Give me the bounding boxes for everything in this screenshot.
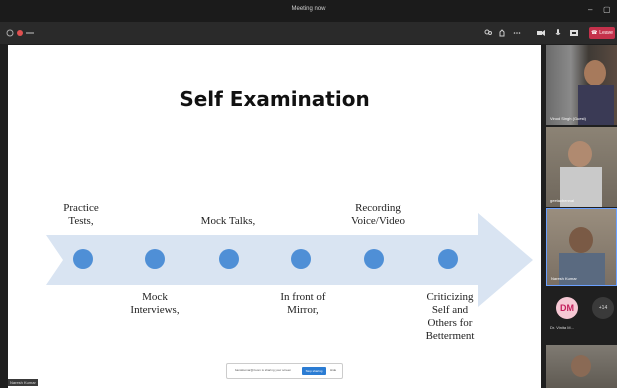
- restore-button[interactable]: ▢: [603, 5, 611, 14]
- participant-name: Naresh Kumar: [551, 276, 577, 281]
- label-criticizing: Criticizing Self and Others for Betterme…: [425, 291, 475, 342]
- label-in-front-of-mirror: In front of Mirror,: [280, 291, 326, 316]
- participant-tile[interactable]: [546, 345, 617, 388]
- timeline-dot: [438, 249, 458, 269]
- timeline-dot: [291, 249, 311, 269]
- participant-tile-active[interactable]: Naresh Kumar: [546, 208, 617, 286]
- leave-label: Leave: [599, 30, 613, 36]
- participant-video: [568, 141, 592, 167]
- window-title: Meeting now: [291, 6, 326, 12]
- leave-button[interactable]: ☎ Leave: [589, 27, 615, 39]
- label-recording: Recording Voice/Video: [350, 202, 406, 227]
- camera-icon[interactable]: [537, 29, 545, 37]
- participant-video: [569, 227, 593, 253]
- share-screen-icon[interactable]: [570, 29, 578, 37]
- minimize-button[interactable]: –: [588, 5, 592, 14]
- participant-body: [559, 253, 605, 285]
- timeline-dot: [145, 249, 165, 269]
- timeline-dot: [219, 249, 239, 269]
- participant-name: Dr. Vinita M...: [550, 325, 574, 330]
- recording-icon: [17, 30, 23, 36]
- sharing-indicator: bansikumar@zoom is sharing your screen S…: [226, 363, 343, 379]
- participant-tile[interactable]: geetachennai: [546, 127, 617, 207]
- participant-name: geetachennai: [550, 198, 575, 203]
- microphone-icon[interactable]: [554, 29, 562, 37]
- shared-slide: Self Examination Practice Tests, Mock Ta…: [8, 45, 541, 388]
- title-bar: Meeting now – ▢: [0, 0, 617, 22]
- hide-button[interactable]: Hide: [330, 368, 336, 372]
- more-participants-button[interactable]: +14: [592, 297, 614, 319]
- label-practice-tests: Practice Tests,: [63, 202, 99, 227]
- participant-name: Vinod Singh (Guest): [550, 116, 586, 121]
- participant-tile[interactable]: Vinod Singh (Guest): [546, 45, 617, 125]
- label-mock-talks: Mock Talks,: [200, 215, 256, 227]
- timeline-dot: [73, 249, 93, 269]
- participant-video: [584, 60, 606, 86]
- more-options-icon[interactable]: [513, 29, 521, 37]
- label-mock-interviews: Mock Interviews,: [130, 291, 180, 316]
- phone-icon: ☎: [591, 30, 598, 36]
- shield-icon[interactable]: [6, 29, 14, 37]
- presenter-label: Naresh Kumar: [8, 379, 38, 386]
- stop-sharing-button[interactable]: Stop sharing: [302, 367, 326, 375]
- sharing-text: bansikumar@zoom is sharing your screen: [235, 368, 292, 372]
- participant-avatar[interactable]: DM: [556, 297, 578, 319]
- participant-video: [571, 355, 591, 377]
- raise-hand-icon[interactable]: [498, 29, 506, 37]
- timer-icon: [26, 32, 34, 34]
- people-icon[interactable]: [484, 29, 492, 37]
- timeline-dot: [364, 249, 384, 269]
- meeting-toolbar: [0, 22, 617, 44]
